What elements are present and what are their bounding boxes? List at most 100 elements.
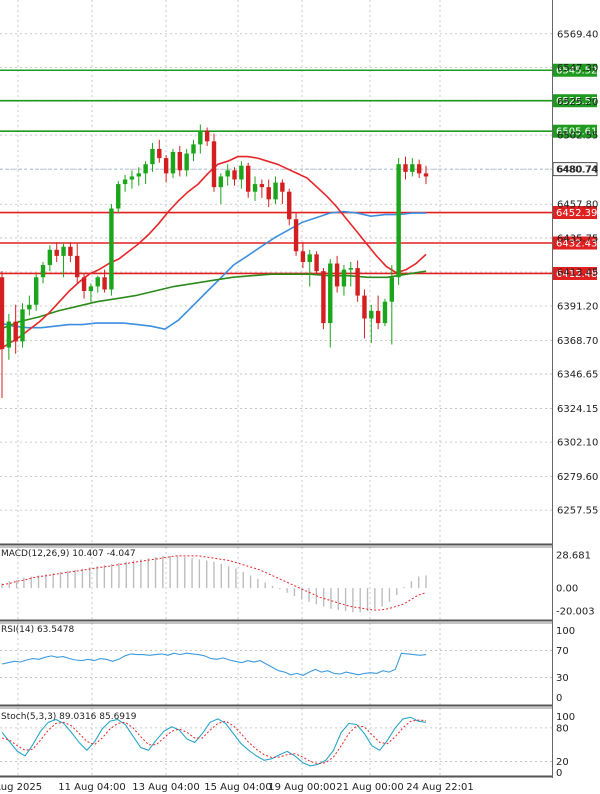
price-chart: 6480.746545.526525.576505.616452.396432.… xyxy=(0,0,598,793)
candle-body-29 xyxy=(198,130,203,145)
y-tick-label-14: 6257.55 xyxy=(557,506,598,517)
y-tick-label-13: 6279.60 xyxy=(557,472,598,483)
candle-body-8 xyxy=(54,249,59,256)
candle-body-17 xyxy=(116,184,121,209)
candle-body-7 xyxy=(47,249,53,266)
stoch-tick-3: 0 xyxy=(556,768,562,779)
stochastic-panel: 10080 200 Stoch(5,3,3) 89.0316 85.6919 xyxy=(0,712,575,779)
candle-body-18 xyxy=(122,179,128,185)
candle-body-46 xyxy=(314,254,319,272)
candle-body-43 xyxy=(293,219,299,252)
candle-body-39 xyxy=(266,187,271,200)
macd-tick-1: 0.00 xyxy=(556,584,578,595)
y-tick-label-10: 6346.65 xyxy=(557,370,598,381)
x-tick-label-1: 11 Aug 04:00 xyxy=(58,782,125,793)
x-tick-label-6: 24 Aug 22:01 xyxy=(406,782,473,793)
candle-body-55 xyxy=(375,310,381,324)
candle-body-35 xyxy=(239,165,244,180)
candle-body-9 xyxy=(61,246,66,256)
candle-body-23 xyxy=(157,148,162,159)
candle-body-30 xyxy=(204,130,210,142)
x-tick-label-5: 21 Aug 00:00 xyxy=(336,782,403,793)
rsi-line xyxy=(1,652,427,676)
macd-tick-2: -20.003 xyxy=(556,607,595,618)
grid-lines xyxy=(0,0,552,776)
stoch-tick-1: 80 xyxy=(556,723,569,734)
candle-body-19 xyxy=(129,176,135,180)
candle-body-49 xyxy=(334,263,340,287)
candle-body-15 xyxy=(102,277,107,290)
y-tick-label-11: 6324.15 xyxy=(557,404,598,415)
candle-body-28 xyxy=(191,144,196,154)
x-tick-label-0: Aug 2025 xyxy=(0,782,42,793)
rsi-tick-2: 30 xyxy=(556,673,569,684)
candle-body-21 xyxy=(143,164,148,174)
candle-body-2 xyxy=(13,321,18,342)
macd-tick-0: 28.681 xyxy=(556,551,591,562)
candle-body-10 xyxy=(68,246,73,256)
candle-body-3 xyxy=(20,309,25,342)
candle-body-37 xyxy=(252,184,258,192)
candle-body-44 xyxy=(300,251,306,262)
candle-body-57 xyxy=(389,277,395,302)
macd-title: MACD(12,26,9) 10.407 -4.047 xyxy=(1,549,136,559)
candle-body-32 xyxy=(218,176,224,188)
candle-body-0 xyxy=(0,277,5,350)
candle-body-45 xyxy=(307,254,312,262)
candle-body-58 xyxy=(396,164,401,278)
candle-body-56 xyxy=(382,301,388,324)
y-tick-label-7: 6413.45 xyxy=(557,268,598,279)
candle-body-53 xyxy=(362,295,367,319)
y-tick-label-5: 6457.80 xyxy=(557,200,598,211)
axis-labels: 6569.40 6547.30 6525.20 6502.55 6480.74 6457.… xyxy=(0,29,598,793)
stoch-k-line xyxy=(1,716,427,767)
candle-body-51 xyxy=(348,268,353,270)
y-tick-label-3: 6502.55 xyxy=(557,131,598,142)
rsi-panel: 100 70 30 0 RSI(14) 63.5478 xyxy=(0,625,575,704)
candle-body-54 xyxy=(369,310,374,319)
candle-body-31 xyxy=(211,141,217,188)
stoch-tick-0: 100 xyxy=(556,712,575,723)
candle-body-11 xyxy=(75,255,80,278)
candle-body-42 xyxy=(287,191,292,220)
stoch-tick-2: 20 xyxy=(556,757,569,768)
y-tick-label-4: 6480.74 xyxy=(557,165,598,176)
candle-body-1 xyxy=(6,321,12,348)
candle-body-25 xyxy=(170,152,176,174)
candle-body-22 xyxy=(150,148,155,165)
candle-body-13 xyxy=(88,286,94,292)
candle-body-47 xyxy=(321,271,326,324)
y-tick-label-1: 6547.30 xyxy=(557,63,598,74)
candle-body-34 xyxy=(232,170,237,180)
candle-body-27 xyxy=(184,153,189,171)
stoch-title: Stoch(5,3,3) 89.0316 85.6919 xyxy=(1,712,137,722)
candle-body-14 xyxy=(95,277,100,287)
candle-body-50 xyxy=(341,269,347,287)
rsi-tick-3: 0 xyxy=(556,693,562,704)
candle-body-60 xyxy=(410,164,415,172)
candle-body-61 xyxy=(416,164,422,174)
ma-green-line xyxy=(0,270,427,330)
chart-frame xyxy=(0,0,553,778)
stoch-d-line xyxy=(1,719,427,765)
y-tick-label-9: 6368.70 xyxy=(557,336,598,347)
x-tick-label-2: 13 Aug 04:00 xyxy=(132,782,199,793)
candle-body-12 xyxy=(81,277,87,292)
candle-body-38 xyxy=(259,184,265,188)
candle-body-36 xyxy=(245,165,251,192)
y-tick-label-12: 6302.10 xyxy=(557,438,598,449)
y-tick-label-0: 6569.40 xyxy=(557,29,598,40)
macd-panel: 28.681 0.00 -20.003 MACD(12,26,9) 10.407 -4… xyxy=(1,549,595,618)
candle-body-5 xyxy=(33,277,39,305)
y-tick-label-8: 6391.20 xyxy=(557,301,598,312)
candle-body-16 xyxy=(109,208,114,290)
candle-body-48 xyxy=(328,263,333,324)
rsi-tick-1: 70 xyxy=(556,646,569,657)
rsi-title: RSI(14) 63.5478 xyxy=(1,625,74,635)
support-resistance-levels: 6480.746545.526525.576505.616452.396432.… xyxy=(0,63,598,280)
candle-body-59 xyxy=(403,164,408,172)
rsi-tick-0: 100 xyxy=(556,626,575,637)
candle-body-62 xyxy=(423,173,429,177)
x-tick-label-4: 19 Aug 00:00 xyxy=(268,782,335,793)
y-tick-label-2: 6525.20 xyxy=(557,97,598,108)
